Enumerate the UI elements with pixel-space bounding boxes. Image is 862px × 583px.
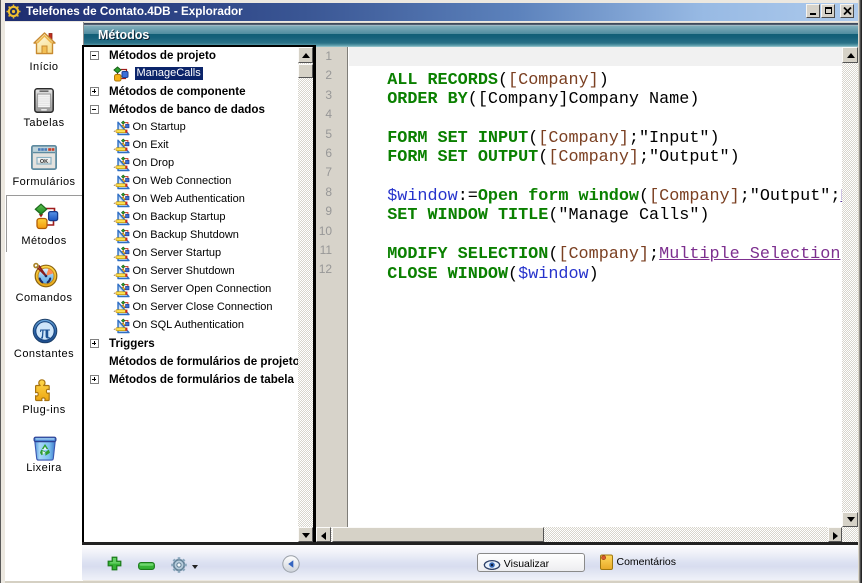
svg-text:OK: OK [40,159,48,165]
svg-text:π: π [40,322,51,343]
